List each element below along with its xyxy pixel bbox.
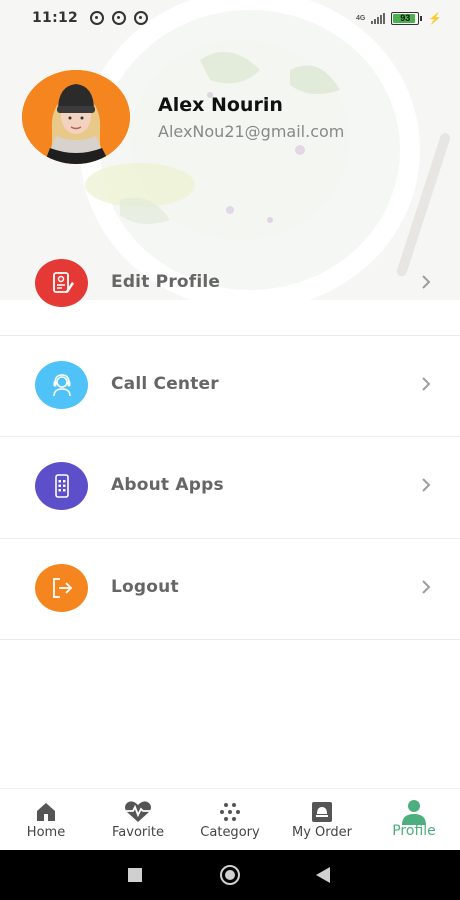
status-notification-icons: [90, 11, 149, 25]
avatar[interactable]: [22, 70, 130, 164]
notification-icon: [90, 11, 105, 25]
network-type-label: 4G: [355, 14, 366, 22]
battery-level: 93: [400, 13, 411, 23]
user-name: Alex Nourin: [158, 94, 283, 116]
order-icon: [310, 799, 334, 825]
recent-apps-icon[interactable]: [126, 850, 144, 900]
status-time: 11:12: [32, 10, 79, 26]
logout-icon: [35, 563, 88, 612]
nav-item-favorite[interactable]: Favorite: [92, 789, 184, 850]
nav-label-my-order: My Order: [292, 825, 352, 840]
nav-item-profile[interactable]: Profile: [368, 789, 460, 850]
chevron-right-icon: [420, 579, 432, 595]
user-email: AlexNou21@gmail.com: [158, 122, 345, 141]
heart-pulse-icon: [123, 799, 153, 825]
nav-label-profile: Profile: [392, 823, 436, 839]
chevron-right-icon: [420, 274, 432, 290]
profile-menu: Edit Profile Call Center About Apps Logo…: [0, 234, 460, 640]
bottom-navigation: Home Favorite Category My Order Profile: [0, 788, 460, 850]
category-dots-icon: [219, 799, 241, 825]
back-icon[interactable]: [314, 850, 332, 900]
edit-profile-icon: [35, 259, 88, 307]
nav-item-category[interactable]: Category: [184, 789, 276, 850]
phone-apps-icon: [35, 462, 88, 510]
home-icon: [35, 799, 57, 825]
status-bar: 11:12 4G 93 ⚡: [0, 0, 460, 36]
nav-label-category: Category: [200, 825, 260, 840]
chevron-right-icon: [420, 376, 432, 392]
user-icon: [401, 799, 427, 825]
signal-icon: [371, 12, 386, 24]
notification-icon: [134, 11, 149, 25]
charging-icon: ⚡: [428, 12, 442, 25]
menu-item-about-apps[interactable]: About Apps: [0, 437, 460, 539]
profile-header: Alex Nourin AlexNou21@gmail.com: [22, 70, 442, 166]
menu-label-edit-profile: Edit Profile: [111, 272, 221, 292]
battery-icon: 93: [391, 11, 423, 25]
nav-item-my-order[interactable]: My Order: [276, 789, 368, 850]
headset-icon: [35, 360, 88, 409]
nav-label-home: Home: [26, 825, 66, 840]
nav-item-home[interactable]: Home: [0, 789, 92, 850]
menu-label-logout: Logout: [111, 576, 179, 597]
home-circle-icon[interactable]: [218, 850, 242, 900]
nav-label-favorite: Favorite: [112, 825, 164, 840]
menu-label-about-apps: About Apps: [111, 475, 224, 495]
chevron-right-icon: [420, 477, 432, 493]
menu-label-call-center: Call Center: [111, 373, 219, 394]
menu-item-logout[interactable]: Logout: [0, 539, 460, 640]
menu-item-edit-profile[interactable]: Edit Profile: [0, 234, 460, 336]
system-navigation-bar: [0, 850, 460, 900]
menu-item-call-center[interactable]: Call Center: [0, 336, 460, 437]
notification-icon: [112, 11, 127, 25]
